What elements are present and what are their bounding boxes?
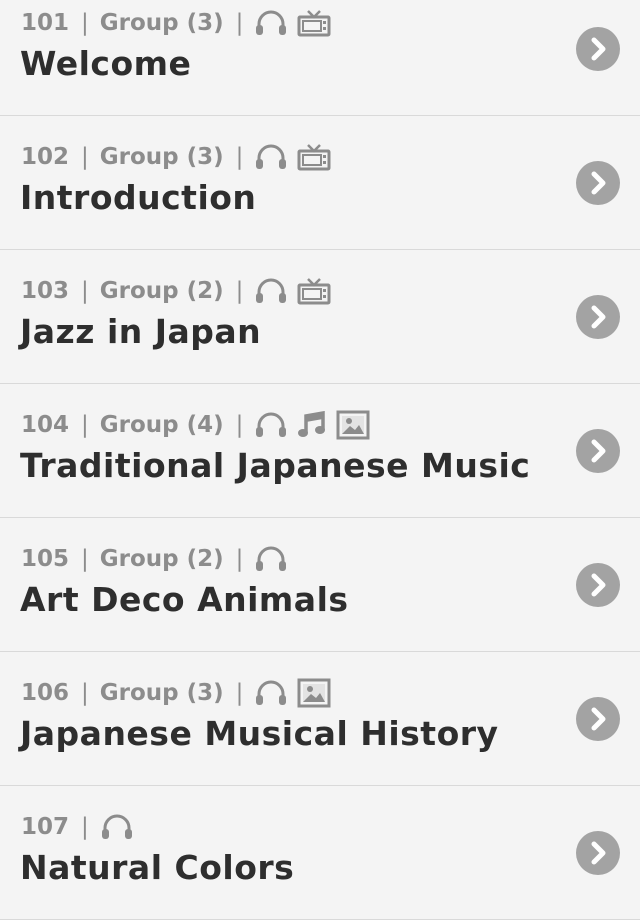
- list-item[interactable]: 103 | Group (2) | Jazz in Japan: [0, 250, 640, 384]
- chevron-right-button[interactable]: [576, 429, 620, 473]
- separator: |: [81, 144, 89, 170]
- group-label: Group (4): [99, 412, 224, 438]
- separator: |: [81, 278, 89, 304]
- item-title: Natural Colors: [20, 848, 295, 887]
- item-title: Art Deco Animals: [20, 580, 349, 619]
- separator: |: [81, 546, 89, 572]
- chevron-right-button[interactable]: [576, 295, 620, 339]
- headphones-icon: [256, 10, 287, 35]
- stop-number: 107: [21, 814, 70, 840]
- separator: |: [235, 412, 244, 438]
- list-item[interactable]: 107 | Natural Colors: [0, 786, 640, 920]
- stop-number: 105: [21, 546, 70, 572]
- item-title: Jazz in Japan: [20, 312, 262, 351]
- image-icon: [297, 678, 331, 708]
- separator: |: [235, 278, 244, 304]
- item-title: Traditional Japanese Music: [20, 446, 531, 485]
- headphones-icon: [256, 412, 287, 437]
- headphones-icon: [256, 278, 287, 303]
- chevron-right-button[interactable]: [576, 563, 620, 607]
- item-title: Japanese Musical History: [20, 714, 499, 753]
- stop-number: 103: [21, 278, 70, 304]
- headphones-icon: [101, 814, 132, 839]
- stop-number: 101: [21, 10, 70, 36]
- separator: |: [81, 680, 89, 706]
- item-meta: 105 | Group (2) |: [21, 544, 288, 574]
- group-label: Group (3): [99, 680, 224, 706]
- tv-icon: [297, 10, 331, 37]
- list-item[interactable]: 101 | Group (3) | Welcome: [0, 0, 640, 116]
- group-label: Group (3): [99, 10, 224, 36]
- music-note-icon: [298, 411, 326, 437]
- item-meta: 106 | Group (3) |: [21, 678, 331, 708]
- headphones-icon: [256, 546, 287, 571]
- chevron-right-button[interactable]: [576, 831, 620, 875]
- separator: |: [81, 10, 89, 36]
- separator: |: [235, 144, 244, 170]
- separator: |: [81, 814, 89, 840]
- separator: |: [235, 680, 244, 706]
- chevron-right-icon: [591, 841, 606, 865]
- item-meta: 103 | Group (2) |: [21, 276, 331, 306]
- image-icon: [336, 410, 370, 440]
- headphones-icon: [256, 144, 287, 169]
- tv-icon: [297, 278, 331, 305]
- list-item[interactable]: 102 | Group (3) | Introduction: [0, 116, 640, 250]
- group-label: Group (3): [99, 144, 224, 170]
- chevron-right-button[interactable]: [576, 161, 620, 205]
- list-item[interactable]: 105 | Group (2) | Art Deco Animals: [0, 518, 640, 652]
- list-item[interactable]: 106 | Group (3) | Japanese Musical Histo…: [0, 652, 640, 786]
- chevron-right-icon: [591, 37, 606, 61]
- stop-number: 104: [21, 412, 70, 438]
- separator: |: [235, 546, 244, 572]
- chevron-right-icon: [591, 439, 606, 463]
- chevron-right-button[interactable]: [576, 697, 620, 741]
- chevron-right-icon: [591, 573, 606, 597]
- tour-stop-list: 101 | Group (3) | Welcome 102 | Group (3…: [0, 0, 640, 920]
- item-meta: 104 | Group (4) |: [21, 410, 370, 440]
- chevron-right-button[interactable]: [576, 27, 620, 71]
- tv-icon: [297, 144, 331, 171]
- chevron-right-icon: [591, 305, 606, 329]
- chevron-right-icon: [591, 707, 606, 731]
- item-meta: 102 | Group (3) |: [21, 142, 331, 172]
- stop-number: 102: [21, 144, 70, 170]
- list-item[interactable]: 104 | Group (4) | Traditional Japanese M…: [0, 384, 640, 518]
- group-label: Group (2): [99, 278, 224, 304]
- chevron-right-icon: [591, 171, 606, 195]
- item-meta: 107 |: [21, 812, 134, 842]
- separator: |: [235, 10, 244, 36]
- item-meta: 101 | Group (3) |: [21, 8, 331, 38]
- separator: |: [81, 412, 89, 438]
- item-title: Welcome: [20, 44, 192, 83]
- group-label: Group (2): [99, 546, 224, 572]
- headphones-icon: [256, 680, 287, 705]
- stop-number: 106: [21, 680, 70, 706]
- item-title: Introduction: [20, 178, 257, 217]
